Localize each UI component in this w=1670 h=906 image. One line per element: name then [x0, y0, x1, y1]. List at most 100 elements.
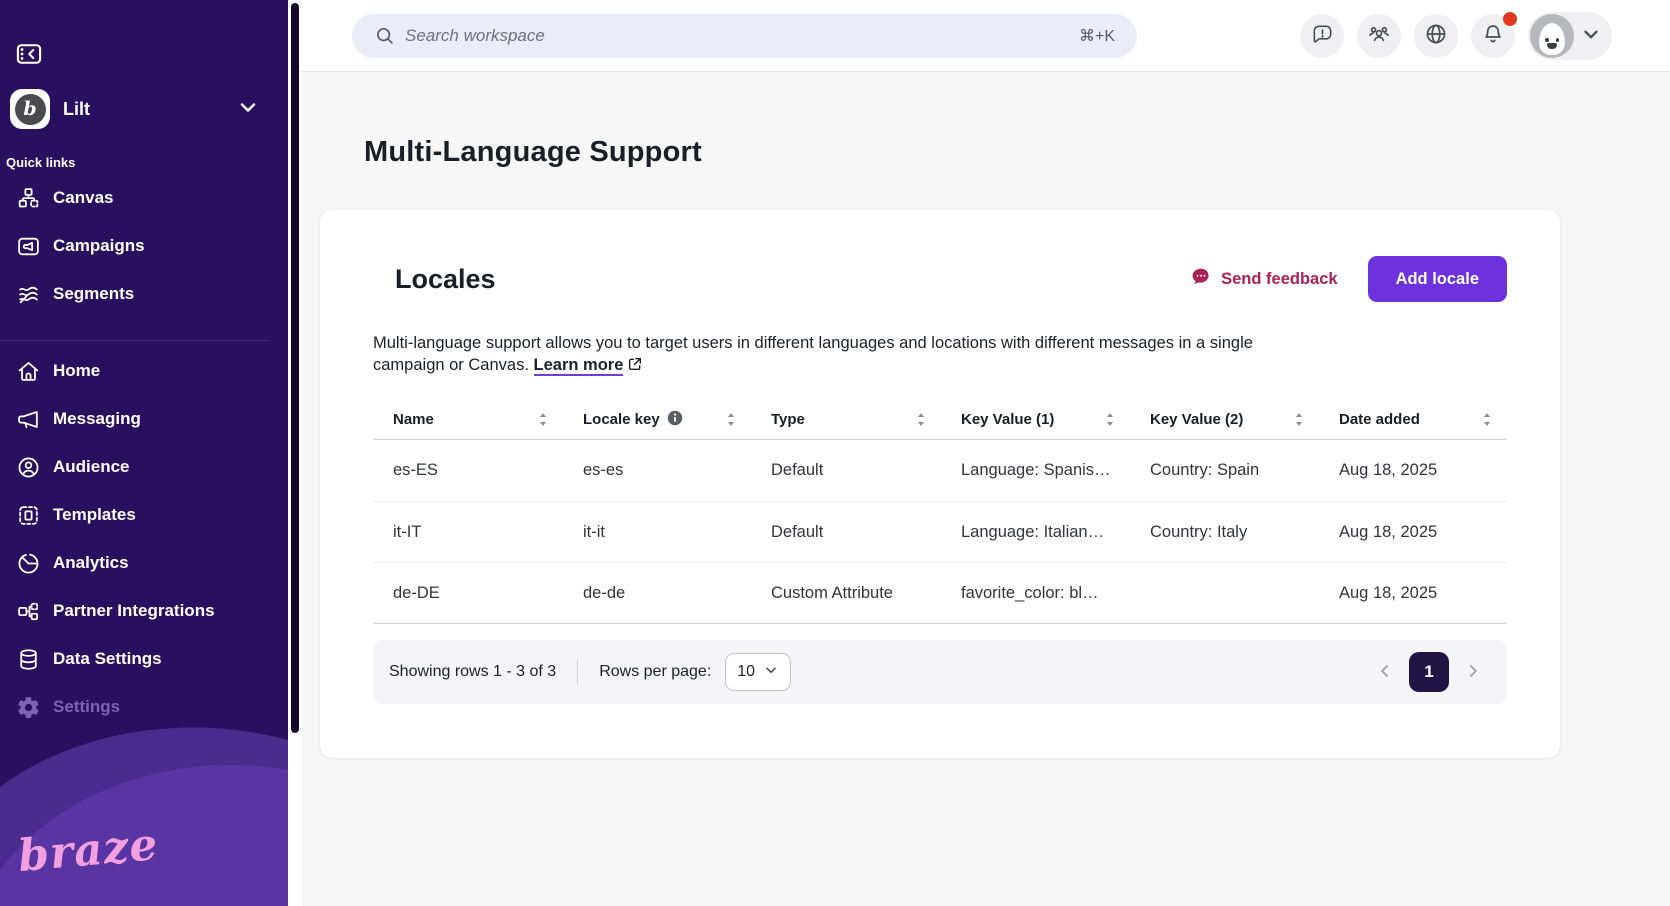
- rows-per-page-value: 10: [737, 663, 755, 681]
- showing-rows-text: Showing rows 1 - 3 of 3: [389, 663, 556, 681]
- sidebar-item-label: Partner Integrations: [53, 601, 215, 621]
- table-header-row: Name Locale key Type: [373, 400, 1507, 440]
- bell-icon: [1481, 22, 1505, 49]
- people-icon: [1367, 22, 1391, 49]
- sort-icon[interactable]: [1293, 411, 1305, 428]
- chevron-down-icon[interactable]: [236, 95, 260, 124]
- user-menu-button[interactable]: [1528, 12, 1612, 60]
- cell-key-value-1: favorite_color: bl…: [941, 584, 1130, 603]
- sidebar-item-label: Analytics: [53, 553, 129, 573]
- cell-date-added: Aug 18, 2025: [1319, 584, 1507, 603]
- search-icon: [374, 25, 395, 46]
- column-header-type[interactable]: Type: [751, 411, 941, 428]
- sidebar-item-label: Canvas: [53, 188, 113, 208]
- sidebar-item-label: Settings: [53, 697, 120, 717]
- sort-icon[interactable]: [1481, 411, 1493, 428]
- sidebar-item-analytics[interactable]: Analytics: [0, 539, 288, 587]
- chevron-right-icon: [1463, 661, 1483, 684]
- feedback-bubble-icon: [1190, 266, 1212, 293]
- sort-icon[interactable]: [537, 411, 549, 428]
- cell-date-added: Aug 18, 2025: [1319, 523, 1507, 542]
- locales-card: Locales Send feedback Add locale: [320, 210, 1560, 758]
- sidebar-item-label: Campaigns: [53, 236, 145, 256]
- table-row: it-IT it-it Default Language: Italian… C…: [373, 501, 1507, 562]
- column-header-key-value-1[interactable]: Key Value (1): [941, 411, 1130, 428]
- sidebar-item-templates[interactable]: Templates: [0, 491, 288, 539]
- sidebar: b Lilt Quick links Canvas: [0, 0, 288, 906]
- column-header-name[interactable]: Name: [373, 411, 563, 428]
- sidebar-item-canvas[interactable]: Canvas: [0, 174, 288, 222]
- sort-icon[interactable]: [915, 411, 927, 428]
- analytics-icon: [15, 550, 41, 576]
- sidebar-item-messaging[interactable]: Messaging: [0, 395, 288, 443]
- sort-icon[interactable]: [725, 411, 737, 428]
- previous-page-button[interactable]: [1375, 661, 1395, 684]
- main-area: ⌘+K: [302, 0, 1670, 906]
- add-locale-button[interactable]: Add locale: [1368, 256, 1507, 302]
- sidebar-divider: [0, 340, 270, 341]
- sidebar-item-home[interactable]: Home: [0, 347, 288, 395]
- info-icon[interactable]: [667, 410, 683, 430]
- notifications-button[interactable]: [1471, 14, 1515, 58]
- segments-icon: [15, 281, 41, 307]
- cell-key-value-1: Language: Italian…: [941, 523, 1130, 542]
- sort-icon[interactable]: [1104, 411, 1116, 428]
- sidebar-item-label: Data Settings: [53, 649, 162, 669]
- send-feedback-button[interactable]: Send feedback: [1190, 266, 1337, 293]
- next-page-button[interactable]: [1463, 661, 1483, 684]
- workspace-switcher[interactable]: b Lilt: [10, 89, 278, 129]
- cell-type: Default: [751, 461, 941, 480]
- description-text: Multi-language support allows you to tar…: [373, 334, 1253, 374]
- cell-key-value-2: Country: Italy: [1130, 523, 1319, 542]
- templates-icon: [15, 502, 41, 528]
- card-description: Multi-language support allows you to tar…: [373, 332, 1291, 378]
- send-feedback-label: Send feedback: [1221, 270, 1337, 289]
- cell-name: de-DE: [373, 584, 563, 603]
- locales-table: Name Locale key Type: [373, 400, 1507, 704]
- external-link-icon: [627, 358, 643, 376]
- search-shortcut-hint: ⌘+K: [1079, 26, 1115, 46]
- alert-bubble-icon: [1311, 23, 1334, 49]
- globe-icon: [1424, 22, 1448, 49]
- sidebar-item-campaigns[interactable]: Campaigns: [0, 222, 288, 270]
- teams-button[interactable]: [1357, 14, 1401, 58]
- chevron-down-icon: [763, 662, 779, 683]
- notification-dot: [1503, 12, 1517, 26]
- sidebar-collapse-button[interactable]: [14, 40, 44, 70]
- workspace-search: ⌘+K: [352, 14, 1137, 58]
- rows-per-page-select[interactable]: 10: [725, 653, 791, 691]
- sidebar-item-settings[interactable]: Settings: [0, 683, 288, 731]
- audience-icon: [15, 454, 41, 480]
- avatar: [1530, 14, 1574, 58]
- megaphone-icon: [15, 406, 41, 432]
- cell-name: it-IT: [373, 523, 563, 542]
- workspace-name: Lilt: [63, 99, 236, 120]
- campaigns-icon: [15, 233, 41, 259]
- sidebar-resize-handle[interactable]: [291, 3, 299, 733]
- sidebar-resize-track: [288, 0, 302, 906]
- column-header-locale-key[interactable]: Locale key: [563, 410, 751, 430]
- language-button[interactable]: [1414, 14, 1458, 58]
- sidebar-item-label: Home: [53, 361, 100, 381]
- database-icon: [15, 646, 41, 672]
- learn-more-link[interactable]: Learn more: [534, 356, 624, 376]
- chevron-down-icon: [1580, 23, 1602, 48]
- topbar: ⌘+K: [302, 0, 1670, 72]
- column-header-key-value-2[interactable]: Key Value (2): [1130, 411, 1319, 428]
- sidebar-item-partner-integrations[interactable]: Partner Integrations: [0, 587, 288, 635]
- pagination: 1: [1375, 652, 1483, 692]
- sidebar-item-segments[interactable]: Segments: [0, 270, 288, 318]
- cell-locale-key: de-de: [563, 584, 751, 603]
- table-footer: Showing rows 1 - 3 of 3 Rows per page: 1…: [373, 640, 1507, 704]
- table-row: de-DE de-de Custom Attribute favorite_co…: [373, 562, 1507, 623]
- sidebar-item-audience[interactable]: Audience: [0, 443, 288, 491]
- alerts-button[interactable]: [1300, 14, 1344, 58]
- cell-type: Custom Attribute: [751, 584, 941, 603]
- page-number-button[interactable]: 1: [1409, 652, 1449, 692]
- integrations-icon: [15, 598, 41, 624]
- sidebar-item-label: Segments: [53, 284, 134, 304]
- search-input[interactable]: [405, 26, 1079, 46]
- sidebar-item-data-settings[interactable]: Data Settings: [0, 635, 288, 683]
- column-header-date-added[interactable]: Date added: [1319, 411, 1507, 428]
- card-title: Locales: [395, 264, 496, 295]
